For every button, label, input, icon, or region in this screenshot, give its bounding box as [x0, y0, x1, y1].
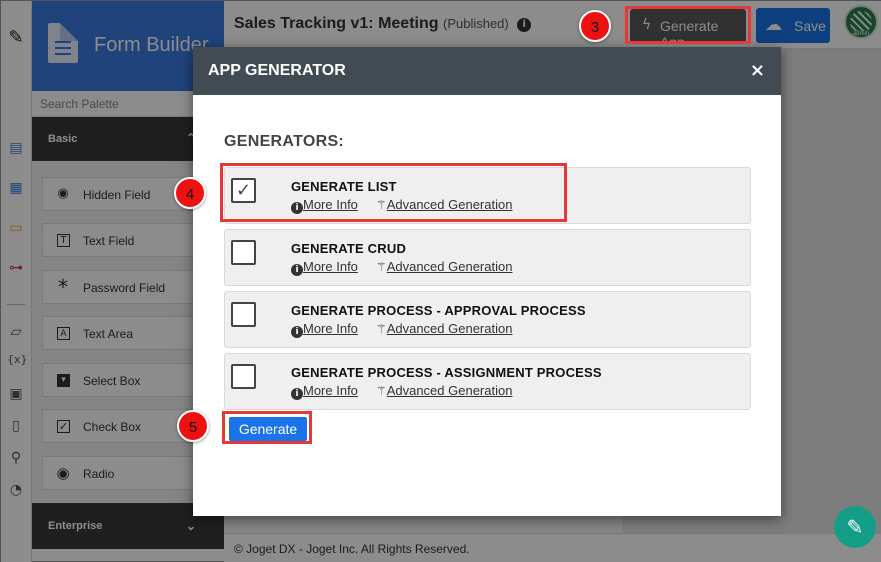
step-badge-4: 4 — [174, 177, 206, 209]
advanced-generation-link[interactable]: Advanced Generation — [387, 321, 513, 336]
step-badge-3: 3 — [579, 10, 611, 42]
magic-wand-icon: ⚚ — [375, 260, 387, 274]
magic-wand-icon: ⚚ — [375, 322, 387, 336]
generator-label: GENERATE PROCESS - ASSIGNMENT PROCESS — [291, 365, 602, 380]
info-icon: i — [291, 388, 303, 400]
more-info-link[interactable]: More Info — [303, 383, 358, 398]
generator-links: i More Info ⚚Advanced Generation — [291, 321, 512, 338]
generate-assignment-process-checkbox[interactable] — [231, 364, 256, 389]
close-icon[interactable]: × — [750, 60, 765, 81]
highlight-generate-app — [625, 6, 751, 44]
edit-fab-button[interactable]: ✎ — [834, 506, 876, 548]
advanced-generation-link[interactable]: Advanced Generation — [387, 259, 513, 274]
generator-row-assignment-process: GENERATE PROCESS - ASSIGNMENT PROCESS iM… — [224, 353, 751, 410]
dialog-header: APP GENERATOR × — [193, 47, 781, 95]
generator-row-approval-process: GENERATE PROCESS - APPROVAL PROCESS i Mor… — [224, 291, 751, 348]
info-icon: i — [291, 264, 303, 276]
generator-label: GENERATE PROCESS - APPROVAL PROCESS — [291, 303, 586, 318]
dialog-title: APP GENERATOR — [208, 62, 346, 79]
more-info-link[interactable]: More Info — [303, 321, 358, 336]
advanced-generation-link[interactable]: Advanced Generation — [387, 383, 513, 398]
generators-heading: GENERATORS: — [224, 133, 345, 150]
app-generator-dialog: APP GENERATOR × GENERATORS: ✓ GENERATE L… — [193, 47, 781, 516]
generator-label: GENERATE CRUD — [291, 241, 407, 256]
generate-crud-checkbox[interactable] — [231, 240, 256, 265]
step-badge-5: 5 — [177, 410, 209, 442]
generator-row-crud: GENERATE CRUD i More Info ⚚Advanced Genera… — [224, 229, 751, 286]
generate-approval-process-checkbox[interactable] — [231, 302, 256, 327]
info-icon: i — [291, 326, 303, 338]
more-info-link[interactable]: More Info — [303, 259, 358, 274]
highlight-generate-list — [220, 163, 567, 222]
generator-links: i More Info ⚚Advanced Generation — [291, 259, 512, 276]
generator-links: i More Info ⚚Advanced Generation — [291, 383, 512, 400]
highlight-generate-button — [222, 411, 312, 444]
magic-wand-icon: ⚚ — [375, 384, 387, 398]
